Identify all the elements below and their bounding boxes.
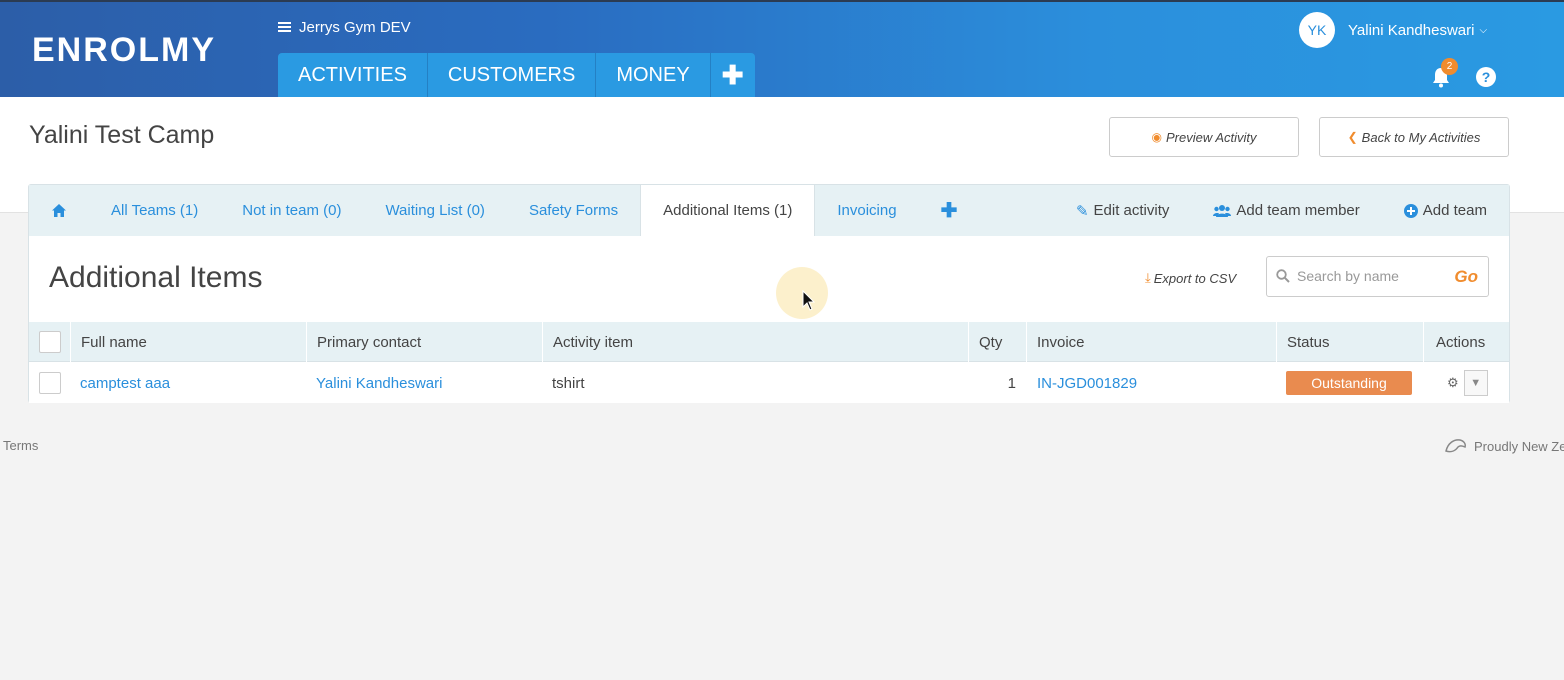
download-icon: ⤓ <box>1145 270 1151 285</box>
add-team-member-button[interactable]: Add team member <box>1191 185 1381 236</box>
workspace-name: Jerrys Gym DEV <box>299 19 411 36</box>
col-primary-contact[interactable]: Primary contact <box>306 322 542 362</box>
nz-map-icon <box>1445 439 1466 453</box>
tab-actions: ✎ Edit activity Add team member Add team <box>1054 185 1509 236</box>
top-border <box>0 0 1564 2</box>
mouse-cursor-icon <box>802 290 816 311</box>
search-icon <box>1276 269 1290 283</box>
users-icon <box>1213 204 1232 217</box>
page-title: Yalini Test Camp <box>29 121 215 149</box>
made-in-nz: Proudly New Ze <box>1444 437 1564 455</box>
plus-circle-icon <box>1403 203 1418 218</box>
table-header: Full name Primary contact Activity item … <box>29 322 1509 362</box>
user-menu[interactable]: YK Yalini Kandheswari ⌵ <box>1299 12 1487 48</box>
tab-home[interactable] <box>29 185 89 236</box>
tab-not-in-team[interactable]: Not in team (0) <box>220 185 363 236</box>
row-actions: ⚙ ▼ <box>1423 363 1509 403</box>
add-team-label: Add team <box>1422 202 1487 219</box>
back-to-activities-button[interactable]: ❮ Back to My Activities <box>1319 117 1509 157</box>
tab-waiting-list[interactable]: Waiting List (0) <box>363 185 506 236</box>
nav-money[interactable]: MONEY <box>596 53 711 97</box>
section-title: Additional Items <box>49 261 263 294</box>
select-all-cell <box>29 322 70 362</box>
user-name: Yalini Kandheswari <box>1348 21 1475 39</box>
tab-safety-forms[interactable]: Safety Forms <box>507 185 640 236</box>
row-activity-item: tshirt <box>552 374 585 392</box>
nav-customers[interactable]: CUSTOMERS <box>427 53 597 97</box>
terms-link[interactable]: Terms <box>3 438 38 453</box>
tab-invoicing[interactable]: Invoicing <box>815 185 918 236</box>
edit-activity-label: Edit activity <box>1093 202 1170 219</box>
eye-icon: ◉ <box>1151 130 1162 144</box>
preview-activity-label: Preview Activity <box>1165 129 1257 145</box>
nav-add-button[interactable]: ✚ <box>710 53 755 97</box>
workspace-selector[interactable]: Jerrys Gym DEV <box>278 19 411 36</box>
pencil-icon: ✎ <box>1075 202 1089 220</box>
col-actions: Actions <box>1423 322 1509 362</box>
tab-additional-items[interactable]: Additional Items (1) <box>640 185 816 236</box>
add-team-member-label: Add team member <box>1236 202 1360 219</box>
back-to-activities-label: Back to My Activities <box>1361 129 1481 145</box>
avatar: YK <box>1299 12 1335 48</box>
preview-activity-button[interactable]: ◉ Preview Activity <box>1109 117 1299 157</box>
col-status[interactable]: Status <box>1276 322 1423 362</box>
enrolmy-logo[interactable]: ENROLMY <box>32 31 216 70</box>
chevron-left-icon: ❮ <box>1347 130 1358 144</box>
row-status-cell: Outstanding <box>1276 363 1423 403</box>
search-input[interactable] <box>1297 268 1447 284</box>
search-box: Go <box>1266 256 1489 297</box>
main-nav: ACTIVITIES CUSTOMERS MONEY ✚ <box>278 53 755 97</box>
search-go-button[interactable]: Go <box>1454 267 1478 287</box>
tab-all-teams[interactable]: All Teams (1) <box>89 185 220 236</box>
made-in-nz-label: Proudly New Ze <box>1474 438 1564 454</box>
table-row: camptest aaa Yalini Kandheswari tshirt 1… <box>29 363 1509 403</box>
nav-activities[interactable]: ACTIVITIES <box>278 53 428 97</box>
actions-dropdown-button[interactable]: ▼ <box>1463 370 1488 396</box>
row-invoice[interactable]: IN-JGD001829 <box>1026 363 1276 403</box>
notification-badge: 2 <box>1441 58 1458 75</box>
col-full-name[interactable]: Full name <box>70 322 306 362</box>
chevron-down-icon: ⌵ <box>1479 24 1488 36</box>
row-primary-contact[interactable]: Yalini Kandheswari <box>306 363 542 403</box>
col-activity-item[interactable]: Activity item <box>542 322 968 362</box>
row-checkbox[interactable] <box>38 372 61 394</box>
edit-activity-button[interactable]: ✎ Edit activity <box>1054 185 1191 236</box>
gear-icon[interactable]: ⚙ <box>1447 375 1459 391</box>
activity-card: All Teams (1) Not in team (0) Waiting Li… <box>28 184 1510 403</box>
col-qty[interactable]: Qty <box>968 322 1026 362</box>
home-icon <box>52 204 66 217</box>
status-badge: Outstanding <box>1286 371 1412 395</box>
help-icon[interactable]: ? <box>1476 67 1496 87</box>
row-qty: 1 <box>1007 374 1016 392</box>
export-csv-label: Export to CSV <box>1153 270 1237 286</box>
row-select-cell <box>29 363 70 403</box>
col-invoice[interactable]: Invoice <box>1026 322 1276 362</box>
menu-icon[interactable] <box>278 22 291 33</box>
tab-add-button[interactable]: ✚ <box>919 185 980 236</box>
select-all-checkbox[interactable] <box>38 331 61 353</box>
add-team-button[interactable]: Add team <box>1382 185 1509 236</box>
row-full-name[interactable]: camptest aaa <box>70 363 306 403</box>
export-csv-button[interactable]: ⤓ Export to CSV <box>1145 270 1236 286</box>
